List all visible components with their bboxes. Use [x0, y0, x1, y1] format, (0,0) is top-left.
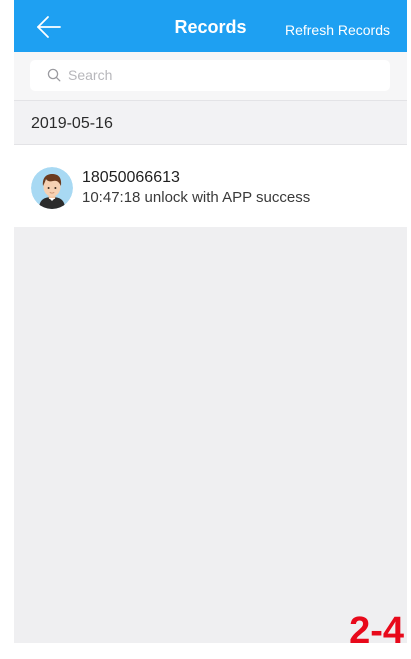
record-list-item[interactable]: 18050066613 10:47:18 unlock with APP suc… [14, 144, 407, 227]
nav-bar: Records Refresh Records [14, 0, 407, 52]
date-section-header: 2019-05-16 [14, 100, 407, 144]
record-detail: 10:47:18 unlock with APP success [82, 189, 311, 206]
refresh-records-button[interactable]: Refresh Records [285, 22, 390, 38]
search-icon [47, 68, 61, 82]
search-box[interactable] [30, 60, 390, 91]
records-page: Records Refresh Records 2019-05-16 [14, 0, 407, 643]
record-date: 2019-05-16 [31, 115, 113, 132]
arrow-left-icon [37, 16, 61, 38]
search-bar [14, 52, 407, 100]
record-user-phone: 18050066613 [82, 169, 180, 186]
user-avatar [31, 167, 73, 209]
figure-label: 2-4 [349, 610, 404, 652]
back-button[interactable] [34, 12, 74, 42]
search-input[interactable] [68, 64, 378, 86]
screen: Records Refresh Records 2019-05-16 [0, 0, 411, 659]
avatar-icon [31, 167, 73, 209]
